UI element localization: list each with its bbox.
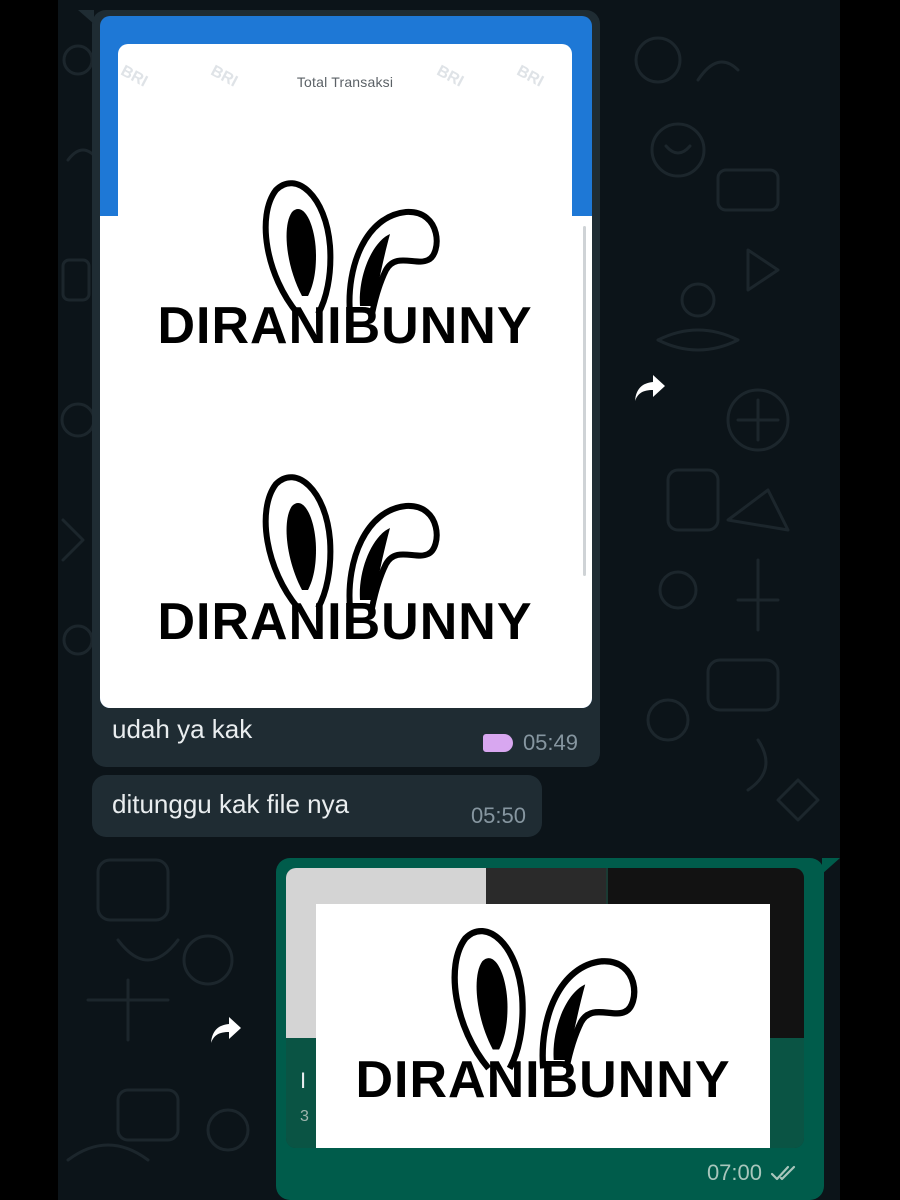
brand-wordmark: DIRANIBUNNY <box>157 593 533 651</box>
document-details: 3 <box>300 1108 309 1125</box>
left-black-margin <box>0 0 58 1200</box>
outgoing-document-message[interactable]: I 3 DIRANIBUNNY 07:00 <box>276 858 840 1200</box>
document-preview[interactable]: I 3 DIRANIBUNNY <box>286 868 804 1148</box>
receipt-scrollbar <box>583 226 586 576</box>
message-time: 05:50 <box>470 803 526 828</box>
forward-button[interactable] <box>206 1010 246 1050</box>
bubble-tail <box>822 858 840 874</box>
message-text: ditunggu kak file nya <box>112 789 350 819</box>
message-meta: 07:00 <box>707 1160 800 1186</box>
forward-arrow-icon <box>635 375 665 401</box>
receipt-image[interactable]: Total Transaksi BRI BRI BRI BRI DIRANIBU… <box>100 16 592 708</box>
receipt-card: Total Transaksi BRI BRI BRI BRI DIRANIBU… <box>118 44 572 708</box>
bunny-ears-icon <box>262 474 440 610</box>
brand-logo: DIRANIBUNNY <box>118 176 572 366</box>
double-check-icon <box>770 1165 796 1181</box>
bubble-tail <box>78 10 94 24</box>
receipt-header-text: Total Transaksi <box>296 74 394 90</box>
message-meta: 05:49 <box>482 730 578 756</box>
brand-overlay: DIRANIBUNNY <box>316 904 770 1148</box>
forward-button[interactable] <box>630 368 670 408</box>
brand-wordmark: DIRANIBUNNY <box>157 297 533 355</box>
incoming-text-message[interactable]: ditunggu kak file nya 05:50 <box>92 775 542 837</box>
message-time: 05:49 <box>522 730 578 755</box>
message-time: 07:00 <box>706 1160 762 1185</box>
forward-arrow-icon <box>211 1017 241 1043</box>
label-tag-icon <box>482 734 513 752</box>
bunny-ears-icon <box>262 180 440 316</box>
chat-area[interactable]: Total Transaksi BRI BRI BRI BRI DIRANIBU… <box>58 0 840 1200</box>
brand-logo: DIRANIBUNNY <box>118 470 572 660</box>
document-name: I <box>300 1068 307 1093</box>
message-caption: udah ya kak <box>112 714 253 744</box>
incoming-image-message[interactable]: Total Transaksi BRI BRI BRI BRI DIRANIBU… <box>78 10 600 767</box>
brand-logo: DIRANIBUNNY <box>316 922 770 1148</box>
right-black-margin <box>840 0 900 1200</box>
brand-wordmark: DIRANIBUNNY <box>355 1051 731 1109</box>
